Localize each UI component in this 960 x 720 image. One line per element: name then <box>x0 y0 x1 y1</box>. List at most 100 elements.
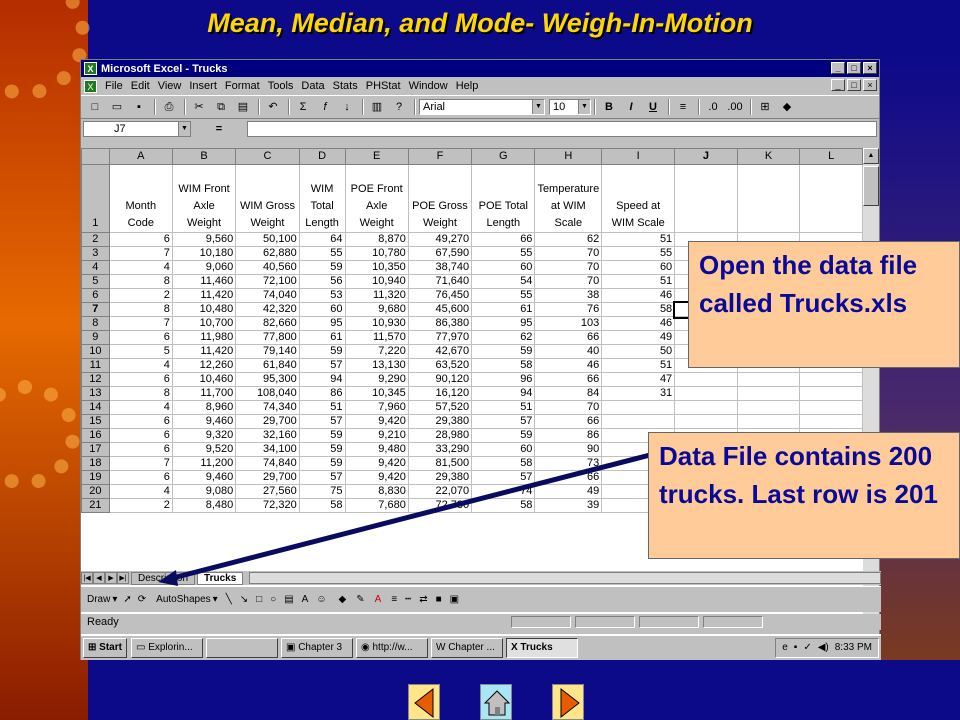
start-button[interactable]: ⊞ Start <box>83 638 127 658</box>
table-cell[interactable]: 58 <box>471 498 536 513</box>
home-button[interactable] <box>480 684 512 720</box>
table-cell[interactable]: 10,460 <box>171 372 237 387</box>
align-center-icon[interactable]: ≡ <box>673 98 693 116</box>
scroll-thumb[interactable] <box>863 166 879 206</box>
table-cell[interactable]: 86,380 <box>407 316 473 331</box>
table-cell[interactable]: 10,780 <box>344 246 409 261</box>
table-cell[interactable]: 16,120 <box>407 386 473 401</box>
table-cell[interactable]: 2 <box>108 498 173 513</box>
table-cell[interactable]: 96 <box>471 372 536 387</box>
table-cell[interactable]: 51 <box>601 358 676 373</box>
table-cell[interactable]: 6 <box>108 330 173 345</box>
table-cell[interactable]: 77,970 <box>407 330 473 345</box>
maximize-button[interactable]: □ <box>847 62 861 74</box>
table-cell[interactable]: 64 <box>298 232 346 247</box>
scroll-up-icon[interactable]: ▲ <box>863 148 879 164</box>
table-cell[interactable]: 46 <box>601 288 676 303</box>
table-cell[interactable]: 81,500 <box>407 456 473 471</box>
column-header-selected[interactable]: J <box>674 148 738 165</box>
tray-icon[interactable]: ✓ <box>803 639 811 657</box>
table-cell[interactable]: 4 <box>108 400 173 415</box>
table-cell[interactable]: 74,040 <box>235 288 300 303</box>
table-cell[interactable]: 9,210 <box>344 428 409 443</box>
menu-format[interactable]: Format <box>221 80 264 92</box>
table-cell[interactable]: 6 <box>108 470 173 485</box>
decrease-decimal-icon[interactable]: .00 <box>725 98 745 116</box>
table-cell[interactable]: 71,640 <box>407 274 473 289</box>
font-name-select[interactable]: Arial ▼ <box>419 99 545 115</box>
table-cell[interactable]: 10,940 <box>344 274 409 289</box>
table-cell[interactable]: 6 <box>108 372 173 387</box>
table-cell[interactable]: 59 <box>298 428 346 443</box>
table-cell[interactable]: 42,670 <box>407 344 473 359</box>
menu-stats[interactable]: Stats <box>329 80 362 92</box>
table-cell[interactable]: 95 <box>298 316 346 331</box>
table-cell[interactable]: 95,300 <box>235 372 300 387</box>
rectangle-icon[interactable]: □ <box>256 594 262 605</box>
table-cell[interactable]: 11,700 <box>171 386 237 401</box>
table-cell[interactable]: 94 <box>471 386 536 401</box>
table-cell[interactable] <box>601 400 676 415</box>
table-cell[interactable]: 53 <box>298 288 346 303</box>
chevron-down-icon[interactable]: ▾ <box>213 594 218 605</box>
table-cell[interactable]: 57 <box>298 414 346 429</box>
table-cell[interactable] <box>674 414 738 429</box>
fill-color-icon[interactable]: ◆ <box>339 594 347 605</box>
table-cell[interactable]: 49 <box>534 484 603 499</box>
sort-ascending-icon[interactable]: ↓ <box>337 98 357 116</box>
column-header[interactable]: D <box>298 148 346 165</box>
line-style-icon[interactable]: ≡ <box>391 594 397 605</box>
table-cell[interactable]: 82,660 <box>235 316 300 331</box>
table-cell[interactable]: 73 <box>534 456 603 471</box>
row-header[interactable]: 17 <box>81 442 110 457</box>
table-cell[interactable]: 70 <box>534 400 603 415</box>
line-icon[interactable]: ╲ <box>226 594 232 605</box>
table-cell[interactable]: 61 <box>298 330 346 345</box>
help-icon[interactable]: ? <box>389 98 409 116</box>
clipart-icon[interactable]: ☺ <box>316 594 326 605</box>
formula-input[interactable] <box>247 121 877 137</box>
table-cell[interactable]: 11,320 <box>344 288 409 303</box>
menu-phstat[interactable]: PHStat <box>362 80 405 92</box>
table-cell[interactable]: 63,520 <box>407 358 473 373</box>
table-cell[interactable] <box>601 414 676 429</box>
table-cell[interactable]: 51 <box>471 400 536 415</box>
taskbar-item-browser[interactable]: ◉ http://w... <box>355 638 428 658</box>
table-cell[interactable]: 59 <box>298 344 346 359</box>
table-cell[interactable]: 58 <box>298 498 346 513</box>
table-cell[interactable]: 66 <box>534 414 603 429</box>
undo-icon[interactable]: ↶ <box>263 98 283 116</box>
table-cell[interactable]: 9,420 <box>344 456 409 471</box>
table-cell[interactable]: 94 <box>298 372 346 387</box>
italic-icon[interactable]: I <box>621 98 641 116</box>
table-cell[interactable] <box>736 400 801 415</box>
font-color-icon[interactable]: A <box>375 594 382 605</box>
table-cell[interactable]: 11,980 <box>171 330 237 345</box>
table-cell[interactable]: 40,560 <box>235 260 300 275</box>
table-cell[interactable]: 108,040 <box>235 386 300 401</box>
header-cell[interactable]: Month Code <box>108 164 173 233</box>
taskbar-item-blank[interactable] <box>205 638 278 658</box>
table-cell[interactable]: 74,340 <box>235 400 300 415</box>
table-cell[interactable]: 60 <box>471 442 536 457</box>
free-rotate-icon[interactable]: ⟳ <box>138 594 146 605</box>
table-cell[interactable]: 70 <box>534 260 603 275</box>
menu-file[interactable]: File <box>101 80 127 92</box>
column-header[interactable]: A <box>108 148 173 165</box>
bold-icon[interactable]: B <box>599 98 619 116</box>
header-cell[interactable] <box>799 164 863 233</box>
table-cell[interactable]: 4 <box>108 260 173 275</box>
table-cell[interactable]: 50,100 <box>235 232 300 247</box>
table-cell[interactable]: 4 <box>108 358 173 373</box>
header-cell[interactable]: WIM Gross Weight <box>235 164 300 233</box>
table-cell[interactable]: 76 <box>534 302 603 317</box>
table-cell[interactable]: 6 <box>108 442 173 457</box>
table-cell[interactable]: 76,450 <box>407 288 473 303</box>
autoshapes-menu[interactable]: AutoShapes <box>156 594 211 605</box>
chevron-down-icon[interactable]: ▾ <box>112 594 117 605</box>
prev-sheet-icon[interactable]: ◀ <box>93 572 105 584</box>
taskbar-item-explorer[interactable]: ▭ Explorin... <box>130 638 203 658</box>
volume-icon[interactable]: ◀) <box>818 639 829 657</box>
column-header[interactable]: H <box>534 148 603 165</box>
select-pointer-icon[interactable]: ➚ <box>123 594 131 605</box>
